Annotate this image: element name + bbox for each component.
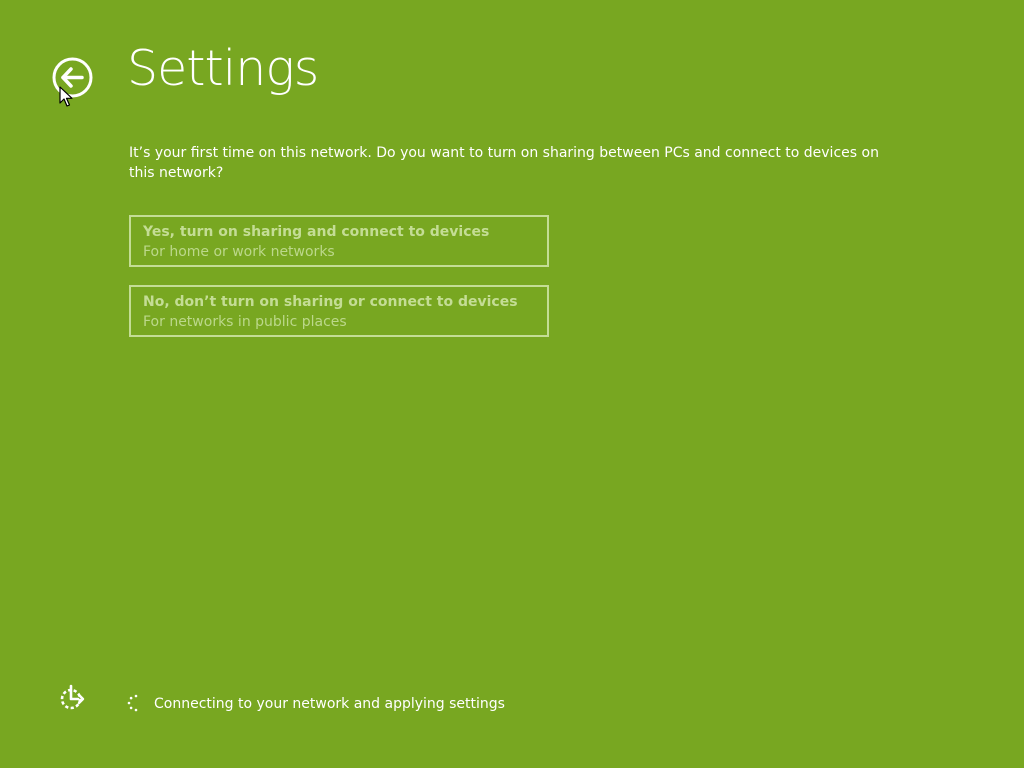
turn-on-sharing-option[interactable]: Yes, turn on sharing and connect to devi… — [129, 215, 549, 267]
loading-spinner-icon — [127, 694, 138, 712]
status-message: Connecting to your network and applying … — [154, 696, 505, 712]
ease-of-access-button[interactable] — [58, 684, 86, 712]
ease-of-access-icon — [60, 684, 85, 710]
mouse-pointer-icon — [59, 86, 73, 107]
network-sharing-prompt: It’s your first time on this network. Do… — [129, 145, 879, 181]
option-title: Yes, turn on sharing and connect to devi… — [143, 224, 490, 240]
option-subtitle: For home or work networks — [143, 244, 335, 260]
page-title: Settings — [127, 40, 319, 97]
option-title: No, don’t turn on sharing or connect to … — [143, 294, 518, 310]
no-sharing-option[interactable]: No, don’t turn on sharing or connect to … — [129, 285, 549, 337]
option-subtitle: For networks in public places — [143, 314, 347, 330]
